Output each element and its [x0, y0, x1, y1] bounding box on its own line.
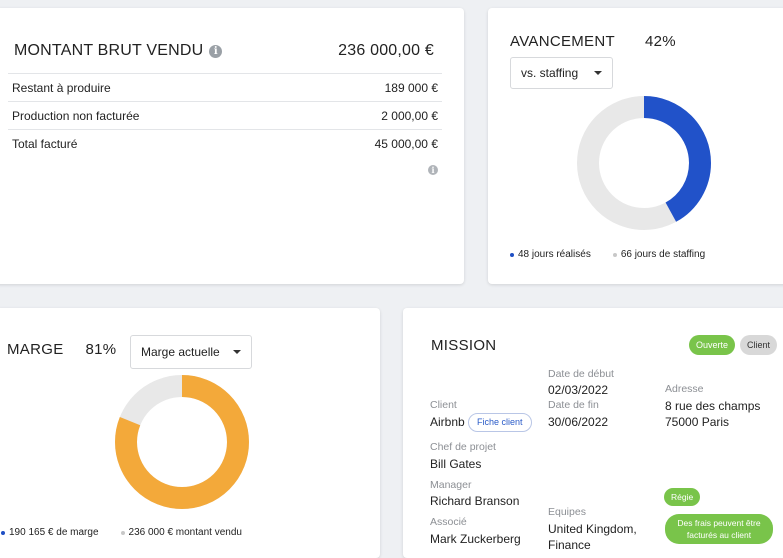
- regie-badge: Régie: [664, 488, 701, 506]
- montant-header: MONTANT BRUT VENDU i 236 000,00 €: [14, 38, 434, 64]
- mission-title: MISSION: [431, 337, 497, 354]
- select-value: vs. staffing: [521, 66, 579, 80]
- equipes-label: Equipes: [548, 506, 586, 518]
- legend-item: 48 jours réalisés: [510, 249, 591, 260]
- frais-line1: Des frais peuvent être: [677, 518, 761, 528]
- montant-row: Restant à produire 189 000 €: [8, 73, 442, 101]
- marge-donut: [115, 375, 249, 509]
- mission-card: MISSION Ouverte Client Date de début 02/…: [403, 308, 783, 558]
- manager-label: Manager: [430, 479, 472, 491]
- manager-value: Richard Branson: [430, 494, 520, 508]
- row-label: Production non facturée: [12, 108, 140, 123]
- montant-card: MONTANT BRUT VENDU i 236 000,00 € Restan…: [0, 8, 464, 284]
- marge-legend: 190 165 € de marge 236 000 € montant ven…: [1, 527, 242, 538]
- montant-row: Total facturé 45 000,00 €: [8, 129, 442, 157]
- address-line2: 75000 Paris: [665, 415, 730, 429]
- footer-info: i: [428, 160, 438, 178]
- legend-dot: [510, 252, 514, 257]
- avancement-percent: 42%: [644, 33, 676, 50]
- avancement-title: AVANCEMENT: [510, 33, 615, 50]
- chef-value: Bill Gates: [430, 457, 482, 471]
- client-sheet-button[interactable]: Fiche client: [468, 413, 532, 432]
- row-value: 45 000,00 €: [374, 136, 438, 151]
- select-value: Marge actuelle: [141, 345, 220, 359]
- end-date-value: 30/06/2022: [548, 415, 609, 429]
- legend-dot: [120, 530, 125, 535]
- legend-item: 236 000 € montant vendu: [120, 527, 242, 538]
- avancement-header: AVANCEMENT 42%: [510, 33, 676, 50]
- status-badge: Ouverte: [689, 335, 736, 355]
- marge-header: MARGE 81%: [7, 341, 116, 358]
- legend-dot: [1, 530, 5, 535]
- montant-title: MONTANT BRUT VENDU: [14, 42, 204, 59]
- avancement-donut: [577, 96, 711, 230]
- info-icon[interactable]: i: [428, 165, 438, 175]
- caret-down-icon: [233, 350, 241, 354]
- legend-item: 190 165 € de marge: [1, 527, 99, 538]
- montant-row: Production non facturée 2 000,00 €: [8, 101, 442, 129]
- address-line1: 8 rue des champs: [665, 399, 761, 413]
- start-date-label: Date de début: [548, 368, 614, 380]
- marge-percent: 81%: [85, 341, 117, 358]
- info-icon[interactable]: i: [209, 44, 223, 58]
- associe-label: Associé: [430, 516, 467, 528]
- equipes-value-line2: Finance: [548, 538, 591, 552]
- equipes-value: United Kingdom,: [548, 522, 637, 536]
- frais-badge: Des frais peuvent être facturés au clien…: [665, 514, 773, 544]
- avancement-select[interactable]: vs. staffing: [510, 57, 613, 89]
- client-label: Client: [430, 399, 457, 411]
- client-value: Airbnb: [430, 415, 465, 429]
- avancement-card: AVANCEMENT 42% vs. staffing 48 jours réa…: [488, 8, 783, 284]
- marge-select[interactable]: Marge actuelle: [130, 335, 252, 369]
- avancement-legend: 48 jours réalisés 66 jours de staffing: [510, 249, 705, 260]
- marge-title: MARGE: [7, 341, 64, 358]
- legend-item: 66 jours de staffing: [612, 249, 705, 260]
- row-value: 189 000 €: [384, 80, 438, 95]
- chef-label: Chef de projet: [430, 441, 496, 453]
- address-label: Adresse: [665, 383, 704, 395]
- caret-down-icon: [594, 71, 602, 75]
- row-label: Total facturé: [12, 136, 78, 151]
- legend-dot: [612, 252, 617, 257]
- end-date-label: Date de fin: [548, 399, 599, 411]
- frais-line2: facturés au client: [686, 530, 752, 540]
- row-value: 2 000,00 €: [381, 108, 438, 123]
- start-date-value: 02/03/2022: [548, 383, 609, 397]
- type-badge: Client: [740, 335, 778, 355]
- montant-total: 236 000,00 €: [338, 42, 434, 59]
- marge-card: MARGE 81% Marge actuelle 190 165 € de ma…: [0, 308, 380, 558]
- row-label: Restant à produire: [12, 80, 111, 95]
- montant-rows: Restant à produire 189 000 € Production …: [8, 73, 442, 157]
